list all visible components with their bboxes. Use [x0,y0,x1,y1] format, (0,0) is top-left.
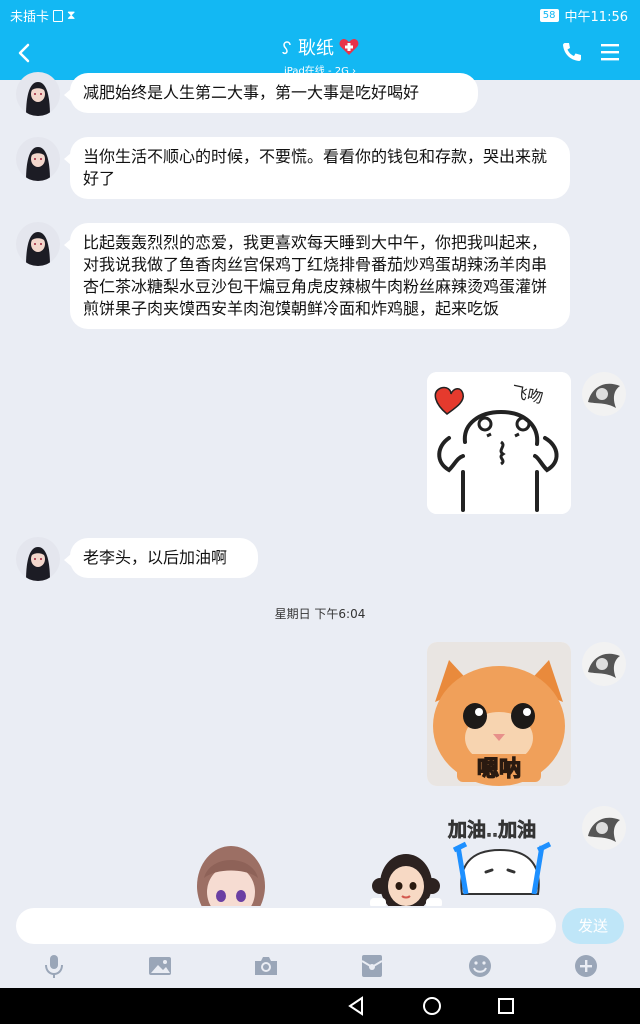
contact-avatar[interactable] [16,137,60,181]
floating-avatar-braids [366,846,446,906]
recents-square-icon[interactable] [494,994,518,1018]
my-avatar[interactable] [582,642,626,686]
message-bubble[interactable]: 比起轰轰烈烈的恋爱，我更喜欢每天睡到大中午，你把我叫起来，对我说我做了鱼香肉丝宫… [64,223,570,329]
image-icon[interactable] [146,952,174,980]
sticker-cheer[interactable]: 加油..加油 [444,810,556,902]
carrier-text: 未插卡 [10,10,50,25]
sticker-caption: 嗯呐 [477,757,521,782]
my-avatar[interactable] [582,372,626,416]
my-avatar[interactable] [582,806,626,850]
contact-name: 耿纸 [298,38,334,59]
message-timestamp: 星期日 下午6:04 [274,607,366,621]
message-text: 当你生活不顺心的时候，不要慌。看看你的钱包和存款，哭出来就好了 [83,147,548,188]
input-toolbar [0,950,640,986]
ear-icon [282,41,291,55]
message-bubble[interactable]: 当你生活不顺心的时候，不要慌。看看你的钱包和存款，哭出来就好了 [64,137,570,199]
message-text: 老李头，以后加油啊 [83,548,228,567]
status-bar: 未插卡 ⧗ 58 中午11:56 [0,0,640,28]
contact-avatar[interactable] [16,72,60,116]
camera-icon[interactable] [252,952,280,980]
message-input[interactable] [16,908,556,944]
contact-title[interactable]: 耿纸 [280,34,360,60]
microphone-icon[interactable] [40,952,68,980]
status-time: 中午11:56 [564,10,628,25]
message-text: 比起轰轰烈烈的恋爱，我更喜欢每天睡到大中午，你把我叫起来，对我说我做了鱼香肉丝宫… [83,233,548,318]
sim-card-icon [53,9,64,22]
message-bubble[interactable]: 老李头，以后加油啊 [64,538,258,578]
message-text: 减肥始终是人生第二大事，第一大事是吃好喝好 [83,83,420,102]
back-triangle-icon[interactable] [344,994,368,1018]
phone-icon[interactable] [560,40,584,64]
menu-icon[interactable] [598,40,622,64]
sticker-caption: 加油..加油 [448,819,536,841]
battery-level: 58 [539,9,559,22]
floating-avatar-pink-hair [196,846,266,906]
home-circle-icon[interactable] [420,994,444,1018]
contact-avatar[interactable] [16,537,60,581]
message-bubble[interactable]: 减肥始终是人生第二大事，第一大事是吃好喝好 [64,73,478,113]
plus-icon[interactable] [572,952,600,980]
send-button[interactable]: 发送 [562,908,624,944]
hourglass-icon: ⧗ [67,8,76,22]
red-packet-icon[interactable] [358,952,386,980]
sticker-kitten[interactable]: 嗯呐 [427,642,571,786]
sticker-flying-kiss[interactable]: 飞吻 [427,372,571,514]
heart-badge-icon [339,39,359,55]
contact-avatar[interactable] [16,222,60,266]
system-nav-bar [0,988,640,1024]
emoji-icon[interactable] [466,952,494,980]
